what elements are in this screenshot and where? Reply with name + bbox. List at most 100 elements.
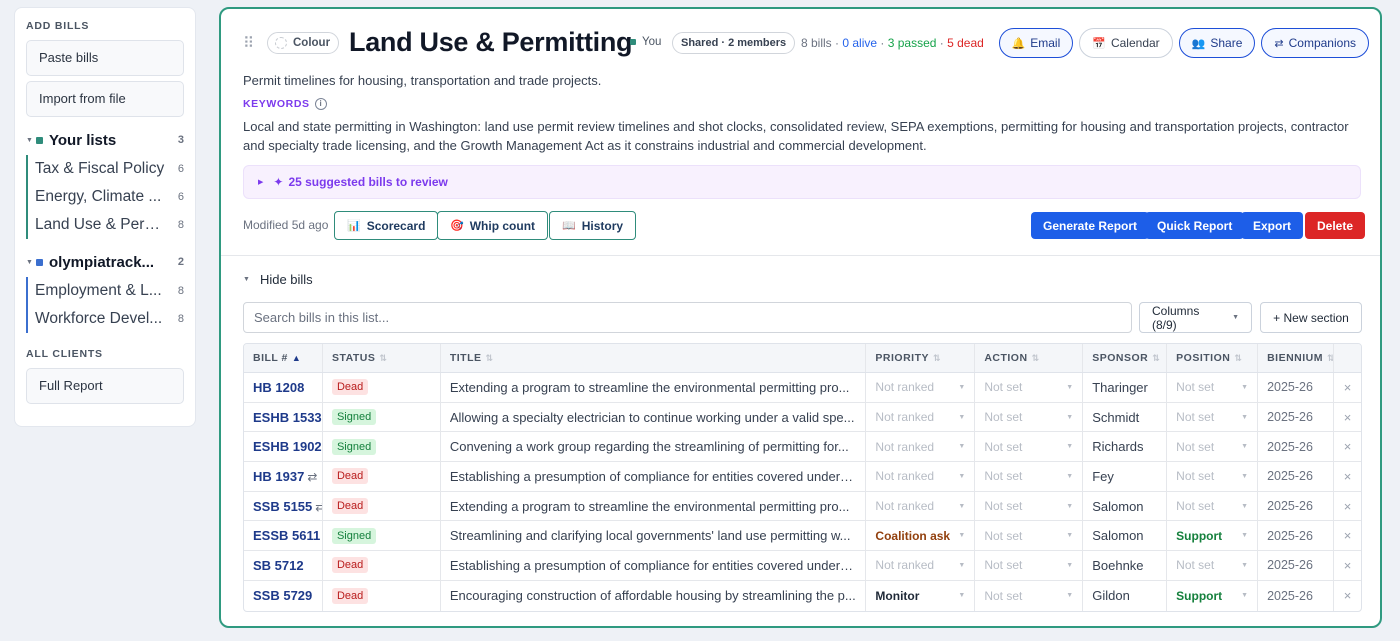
action-select[interactable]: Not set ▼ xyxy=(984,410,1073,424)
export-button[interactable]: Export xyxy=(1241,212,1304,239)
drag-handle-icon[interactable]: ⠿ xyxy=(243,34,254,52)
bill-number-link[interactable]: ESSB 5611 xyxy=(253,528,320,543)
paste-bills-button[interactable]: Paste bills xyxy=(26,40,184,76)
calendar-button[interactable]: 📅 Calendar xyxy=(1079,28,1173,58)
email-label: Email xyxy=(1030,36,1061,50)
suggested-bills-toggle[interactable]: ▶ ✦ 25 suggested bills to review xyxy=(243,165,1361,199)
collapse-caret-icon[interactable]: ▼ xyxy=(26,259,36,266)
remove-bill-icon[interactable]: × xyxy=(1344,469,1352,484)
position-select[interactable]: Not set ▼ xyxy=(1176,410,1248,424)
status-cell: Signed xyxy=(323,432,441,462)
column-header-priority[interactable]: PRIORITY ⇅ xyxy=(866,344,976,372)
quick-report-button[interactable]: Quick Report xyxy=(1145,212,1245,239)
column-header-label: PRIORITY xyxy=(875,352,929,364)
sidebar-item-tax-fiscal[interactable]: Tax & Fiscal Policy 6 xyxy=(26,155,184,183)
remove-bill-icon[interactable]: × xyxy=(1344,588,1352,603)
search-bills-input[interactable] xyxy=(243,302,1132,333)
olympiatrack-group-header[interactable]: ▼ olympiatrack... 2 xyxy=(26,251,184,273)
modified-timestamp: Modified 5d ago xyxy=(243,218,329,232)
full-report-button[interactable]: Full Report xyxy=(26,368,184,404)
action-select[interactable]: Not set ▼ xyxy=(984,558,1073,572)
import-from-file-button[interactable]: Import from file xyxy=(26,81,184,117)
bill-number-link[interactable]: HB 1937 ⇄ xyxy=(253,469,317,484)
priority-select[interactable]: Coalition ask ▼ xyxy=(875,529,965,543)
list-toolbar: Modified 5d ago 📊 Scorecard 🎯 Whip count… xyxy=(243,211,1366,240)
sidebar-item-energy-climate[interactable]: Energy, Climate ... 6 xyxy=(26,183,184,211)
priority-select[interactable]: Not ranked ▼ xyxy=(875,469,965,483)
hide-bills-toggle[interactable]: ▼ Hide bills xyxy=(243,272,313,287)
bill-title: Allowing a specialty electrician to cont… xyxy=(449,409,855,425)
position-select[interactable]: Not set ▼ xyxy=(1176,380,1248,394)
remove-bill-icon[interactable]: × xyxy=(1344,499,1352,514)
delete-button[interactable]: Delete xyxy=(1305,212,1366,239)
priority-select[interactable]: Monitor ▼ xyxy=(875,589,965,603)
position-select[interactable]: Support ▼ xyxy=(1176,529,1248,543)
remove-bill-icon[interactable]: × xyxy=(1344,558,1352,573)
scorecard-button[interactable]: 📊 Scorecard xyxy=(334,211,439,240)
info-icon[interactable]: i xyxy=(314,98,327,110)
history-button[interactable]: 📖 History xyxy=(549,211,637,240)
column-header-status[interactable]: STATUS ⇅ xyxy=(323,344,441,372)
action-select[interactable]: Not set ▼ xyxy=(984,589,1073,603)
sidebar-item-land-use[interactable]: Land Use & Perm... 8 xyxy=(26,211,184,239)
action-value: Not set xyxy=(984,588,1023,603)
remove-bill-icon[interactable]: × xyxy=(1344,380,1352,395)
biennium-value: 2025-26 xyxy=(1267,469,1313,484)
column-header-bill[interactable]: BILL # ▲ xyxy=(244,344,323,372)
table-row: SSB 5729 Dead Encouraging construction of … xyxy=(244,580,1361,611)
email-button[interactable]: 🔔 Email xyxy=(998,28,1074,58)
calendar-icon: 📅 xyxy=(1092,37,1106,50)
bill-number-link[interactable]: SSB 5729 xyxy=(253,588,312,603)
colour-picker-button[interactable]: Colour xyxy=(267,32,340,54)
section-divider xyxy=(221,255,1380,256)
share-button[interactable]: 👥 Share xyxy=(1178,28,1256,58)
priority-select[interactable]: Not ranked ▼ xyxy=(875,499,965,513)
action-select[interactable]: Not set ▼ xyxy=(984,529,1073,543)
collapse-caret-icon[interactable]: ▼ xyxy=(26,137,36,144)
bill-number-link[interactable]: ESHB 1533 xyxy=(253,410,322,425)
bill-number-link[interactable]: ESHB 1902 xyxy=(253,439,322,454)
priority-select[interactable]: Not ranked ▼ xyxy=(875,558,965,572)
status-badge: Signed xyxy=(331,438,377,455)
bill-number-link[interactable]: HB 1208 xyxy=(253,380,304,395)
sidebar-item-employment[interactable]: Employment & L... 8 xyxy=(26,277,184,305)
shared-members-badge[interactable]: Shared · 2 members xyxy=(672,32,796,54)
bill-number-link[interactable]: SB 5712 xyxy=(253,558,304,573)
passed-count: 3 passed xyxy=(887,36,937,50)
column-header-title[interactable]: TITLE ⇅ xyxy=(441,344,867,372)
priority-select[interactable]: Not ranked ▼ xyxy=(875,410,965,424)
priority-select[interactable]: Not ranked ▼ xyxy=(875,380,965,394)
table-row: SB 5712 Dead Establishing a presumption of… xyxy=(244,551,1361,581)
your-lists-group-header[interactable]: ▼ Your lists 3 xyxy=(26,129,184,151)
remove-bill-icon[interactable]: × xyxy=(1344,439,1352,454)
biennium-value: 2025-26 xyxy=(1267,380,1313,395)
column-header-biennium[interactable]: BIENNIUM ⇅ xyxy=(1258,344,1335,372)
expand-caret-icon: ▶ xyxy=(258,179,264,186)
status-badge: Dead xyxy=(331,468,369,485)
priority-select[interactable]: Not ranked ▼ xyxy=(875,440,965,454)
position-select[interactable]: Not set ▼ xyxy=(1176,558,1248,572)
action-cell: Not set ▼ xyxy=(975,402,1084,432)
position-select[interactable]: Not set ▼ xyxy=(1176,499,1248,513)
bill-number-link[interactable]: SSB 5155⇄ xyxy=(253,499,322,514)
sidebar-item-workforce[interactable]: Workforce Devel... 8 xyxy=(26,305,184,333)
action-select[interactable]: Not set ▼ xyxy=(984,469,1073,483)
whip-count-button[interactable]: 🎯 Whip count xyxy=(437,211,549,240)
position-select[interactable]: Support ▼ xyxy=(1176,589,1248,603)
generate-report-button[interactable]: Generate Report xyxy=(1031,212,1150,239)
column-header-position[interactable]: POSITION ⇅ xyxy=(1167,344,1259,372)
sidebar-item-label: Tax & Fiscal Policy xyxy=(35,160,165,177)
position-select[interactable]: Not set ▼ xyxy=(1176,440,1248,454)
remove-bill-icon[interactable]: × xyxy=(1344,410,1352,425)
new-section-button[interactable]: + New section xyxy=(1260,302,1362,333)
companions-button[interactable]: ⇄ Companions xyxy=(1261,28,1369,58)
columns-dropdown[interactable]: Columns (8/9) ▼ xyxy=(1139,302,1252,333)
action-select[interactable]: Not set ▼ xyxy=(984,499,1073,513)
colour-label: Colour xyxy=(293,37,331,49)
column-header-sponsor[interactable]: SPONSOR ⇅ xyxy=(1083,344,1168,372)
position-select[interactable]: Not set ▼ xyxy=(1176,469,1248,483)
action-select[interactable]: Not set ▼ xyxy=(984,380,1073,394)
column-header-action[interactable]: ACTION ⇅ xyxy=(975,344,1084,372)
action-select[interactable]: Not set ▼ xyxy=(984,440,1073,454)
remove-bill-icon[interactable]: × xyxy=(1344,528,1352,543)
